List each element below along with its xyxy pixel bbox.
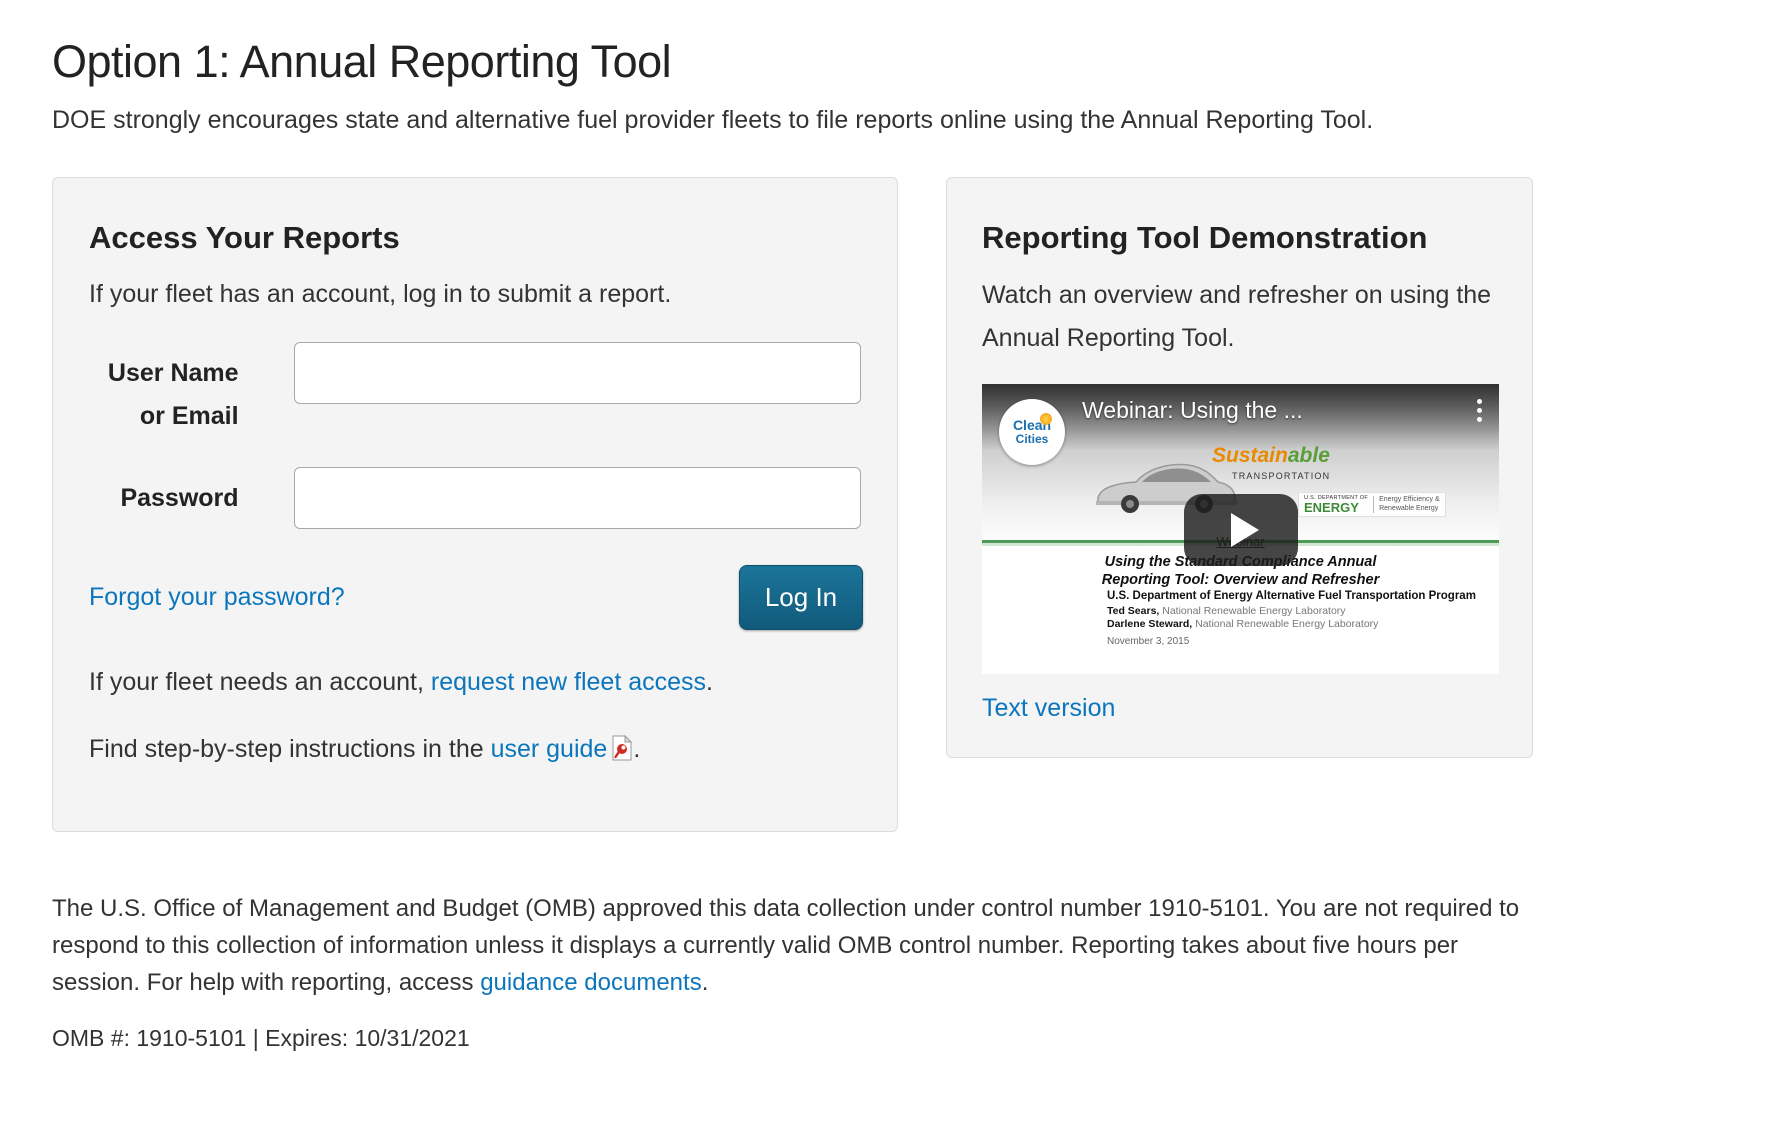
omb-paragraph: The U.S. Office of Management and Budget… xyxy=(52,890,1524,1001)
login-actions-row: Forgot your password? Log In xyxy=(89,565,863,630)
energy-sub-line2: Renewable Energy xyxy=(1379,505,1440,514)
demo-panel-intro: Watch an overview and refresher on using… xyxy=(982,274,1497,360)
video-menu-dots-icon[interactable] xyxy=(1477,399,1482,422)
forgot-password-link[interactable]: Forgot your password? xyxy=(89,583,345,612)
request-access-line: If your fleet needs an account, request … xyxy=(89,668,861,697)
video-presenter-1: Ted Sears, National Renewable Energy Lab… xyxy=(1107,605,1346,617)
page-title: Option 1: Annual Reporting Tool xyxy=(52,36,1734,88)
video-date: November 3, 2015 xyxy=(1107,636,1189,647)
omb-paragraph-text: The U.S. Office of Management and Budget… xyxy=(52,895,1519,996)
access-panel-intro: If your fleet has an account, log in to … xyxy=(89,276,861,312)
play-button[interactable] xyxy=(1184,494,1298,566)
clean-cities-sun-icon xyxy=(1040,413,1052,425)
user-guide-prefix: Find step-by-step instructions in the xyxy=(89,735,491,763)
page-subtitle: DOE strongly encourages state and altern… xyxy=(52,106,1734,135)
pdf-icon[interactable] xyxy=(611,735,633,768)
play-icon xyxy=(1231,513,1259,547)
request-access-prefix: If your fleet needs an account, xyxy=(89,668,431,696)
panels-row: Access Your Reports If your fleet has an… xyxy=(52,177,1734,832)
energy-name-label: ENERGY xyxy=(1304,501,1368,514)
energy-logo: U.S. DEPARTMENT OF ENERGY Energy Efficie… xyxy=(1298,492,1446,517)
video-presenter-2: Darlene Steward, National Renewable Ener… xyxy=(1107,618,1378,630)
user-guide-line: Find step-by-step instructions in the us… xyxy=(89,735,861,768)
username-label: User Name or Email xyxy=(89,342,239,437)
password-row: Password xyxy=(89,467,861,529)
username-input[interactable] xyxy=(294,342,861,404)
clean-cities-line2: Cities xyxy=(1016,433,1049,446)
username-row: User Name or Email xyxy=(89,342,861,437)
video-org-line: U.S. Department of Energy Alternative Fu… xyxy=(1107,590,1476,602)
text-version-link[interactable]: Text version xyxy=(982,694,1115,723)
video-title: Webinar: Using the ... xyxy=(1082,397,1303,424)
guidance-documents-link[interactable]: guidance documents xyxy=(480,969,701,996)
password-label: Password xyxy=(89,467,239,529)
annual-reporting-tool-page: Option 1: Annual Reporting Tool DOE stro… xyxy=(0,0,1786,1134)
user-guide-suffix: . xyxy=(633,735,640,763)
demo-panel-heading: Reporting Tool Demonstration xyxy=(982,220,1497,256)
access-reports-panel: Access Your Reports If your fleet has an… xyxy=(52,177,898,832)
clean-cities-logo: Clean Cities xyxy=(999,399,1065,465)
request-access-link[interactable]: request new fleet access xyxy=(431,668,706,696)
request-access-suffix: . xyxy=(706,668,713,696)
video-caption-line2: Reporting Tool: Overview and Refresher xyxy=(982,571,1499,589)
energy-sub-line1: Energy Efficiency & xyxy=(1379,496,1440,505)
access-panel-heading: Access Your Reports xyxy=(89,220,861,256)
video-thumbnail[interactable]: Sustainable TRANSPORTATION U.S. DEPARTME… xyxy=(982,384,1499,674)
omb-paragraph-suffix: . xyxy=(702,969,709,996)
log-in-button[interactable]: Log In xyxy=(739,565,863,630)
omb-control-number-line: OMB #: 1910-5101 | Expires: 10/31/2021 xyxy=(52,1025,1734,1052)
user-guide-link[interactable]: user guide xyxy=(491,735,608,763)
password-input[interactable] xyxy=(294,467,861,529)
transportation-label: TRANSPORTATION xyxy=(1232,471,1330,481)
demo-panel: Reporting Tool Demonstration Watch an ov… xyxy=(946,177,1533,758)
